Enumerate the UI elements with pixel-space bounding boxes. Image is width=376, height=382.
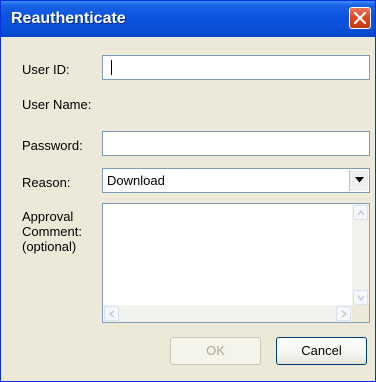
scrollbar-corner — [352, 305, 369, 322]
scroll-up-button[interactable] — [353, 205, 368, 220]
scroll-right-button[interactable] — [336, 306, 351, 321]
close-button[interactable] — [349, 7, 371, 29]
vertical-scrollbar[interactable] — [352, 204, 369, 306]
reauthenticate-dialog: Reauthenticate User ID: User Name: Passw… — [0, 0, 376, 382]
user-id-input[interactable] — [102, 55, 370, 80]
title-bar[interactable]: Reauthenticate — [1, 1, 375, 37]
cancel-button[interactable]: Cancel — [276, 337, 367, 365]
chevron-down-icon — [355, 177, 364, 183]
reason-select[interactable]: Download — [102, 168, 370, 193]
text-caret — [111, 60, 112, 75]
chevron-down-icon — [357, 295, 365, 302]
user-id-label: User ID: — [22, 62, 70, 77]
user-name-label: User Name: — [22, 97, 92, 112]
horizontal-scrollbar[interactable] — [103, 305, 352, 322]
chevron-up-icon — [357, 209, 365, 216]
close-icon — [354, 12, 366, 24]
comment-label-line1: Approval — [22, 209, 74, 224]
reason-selected-value: Download — [107, 173, 165, 188]
password-input[interactable] — [102, 131, 370, 156]
reason-label: Reason: — [22, 175, 71, 190]
scroll-left-button[interactable] — [104, 306, 119, 321]
comment-label-line3: (optional) — [22, 239, 77, 254]
window-title: Reauthenticate — [11, 10, 126, 27]
chevron-left-icon — [108, 310, 115, 318]
scroll-down-button[interactable] — [353, 290, 368, 305]
password-label: Password: — [22, 138, 83, 153]
ok-button[interactable]: OK — [170, 337, 261, 365]
reason-dropdown-button[interactable] — [349, 170, 368, 191]
chevron-right-icon — [341, 310, 348, 318]
comment-label-line2: Comment: — [22, 224, 82, 239]
approval-comment-textarea[interactable] — [102, 203, 370, 323]
